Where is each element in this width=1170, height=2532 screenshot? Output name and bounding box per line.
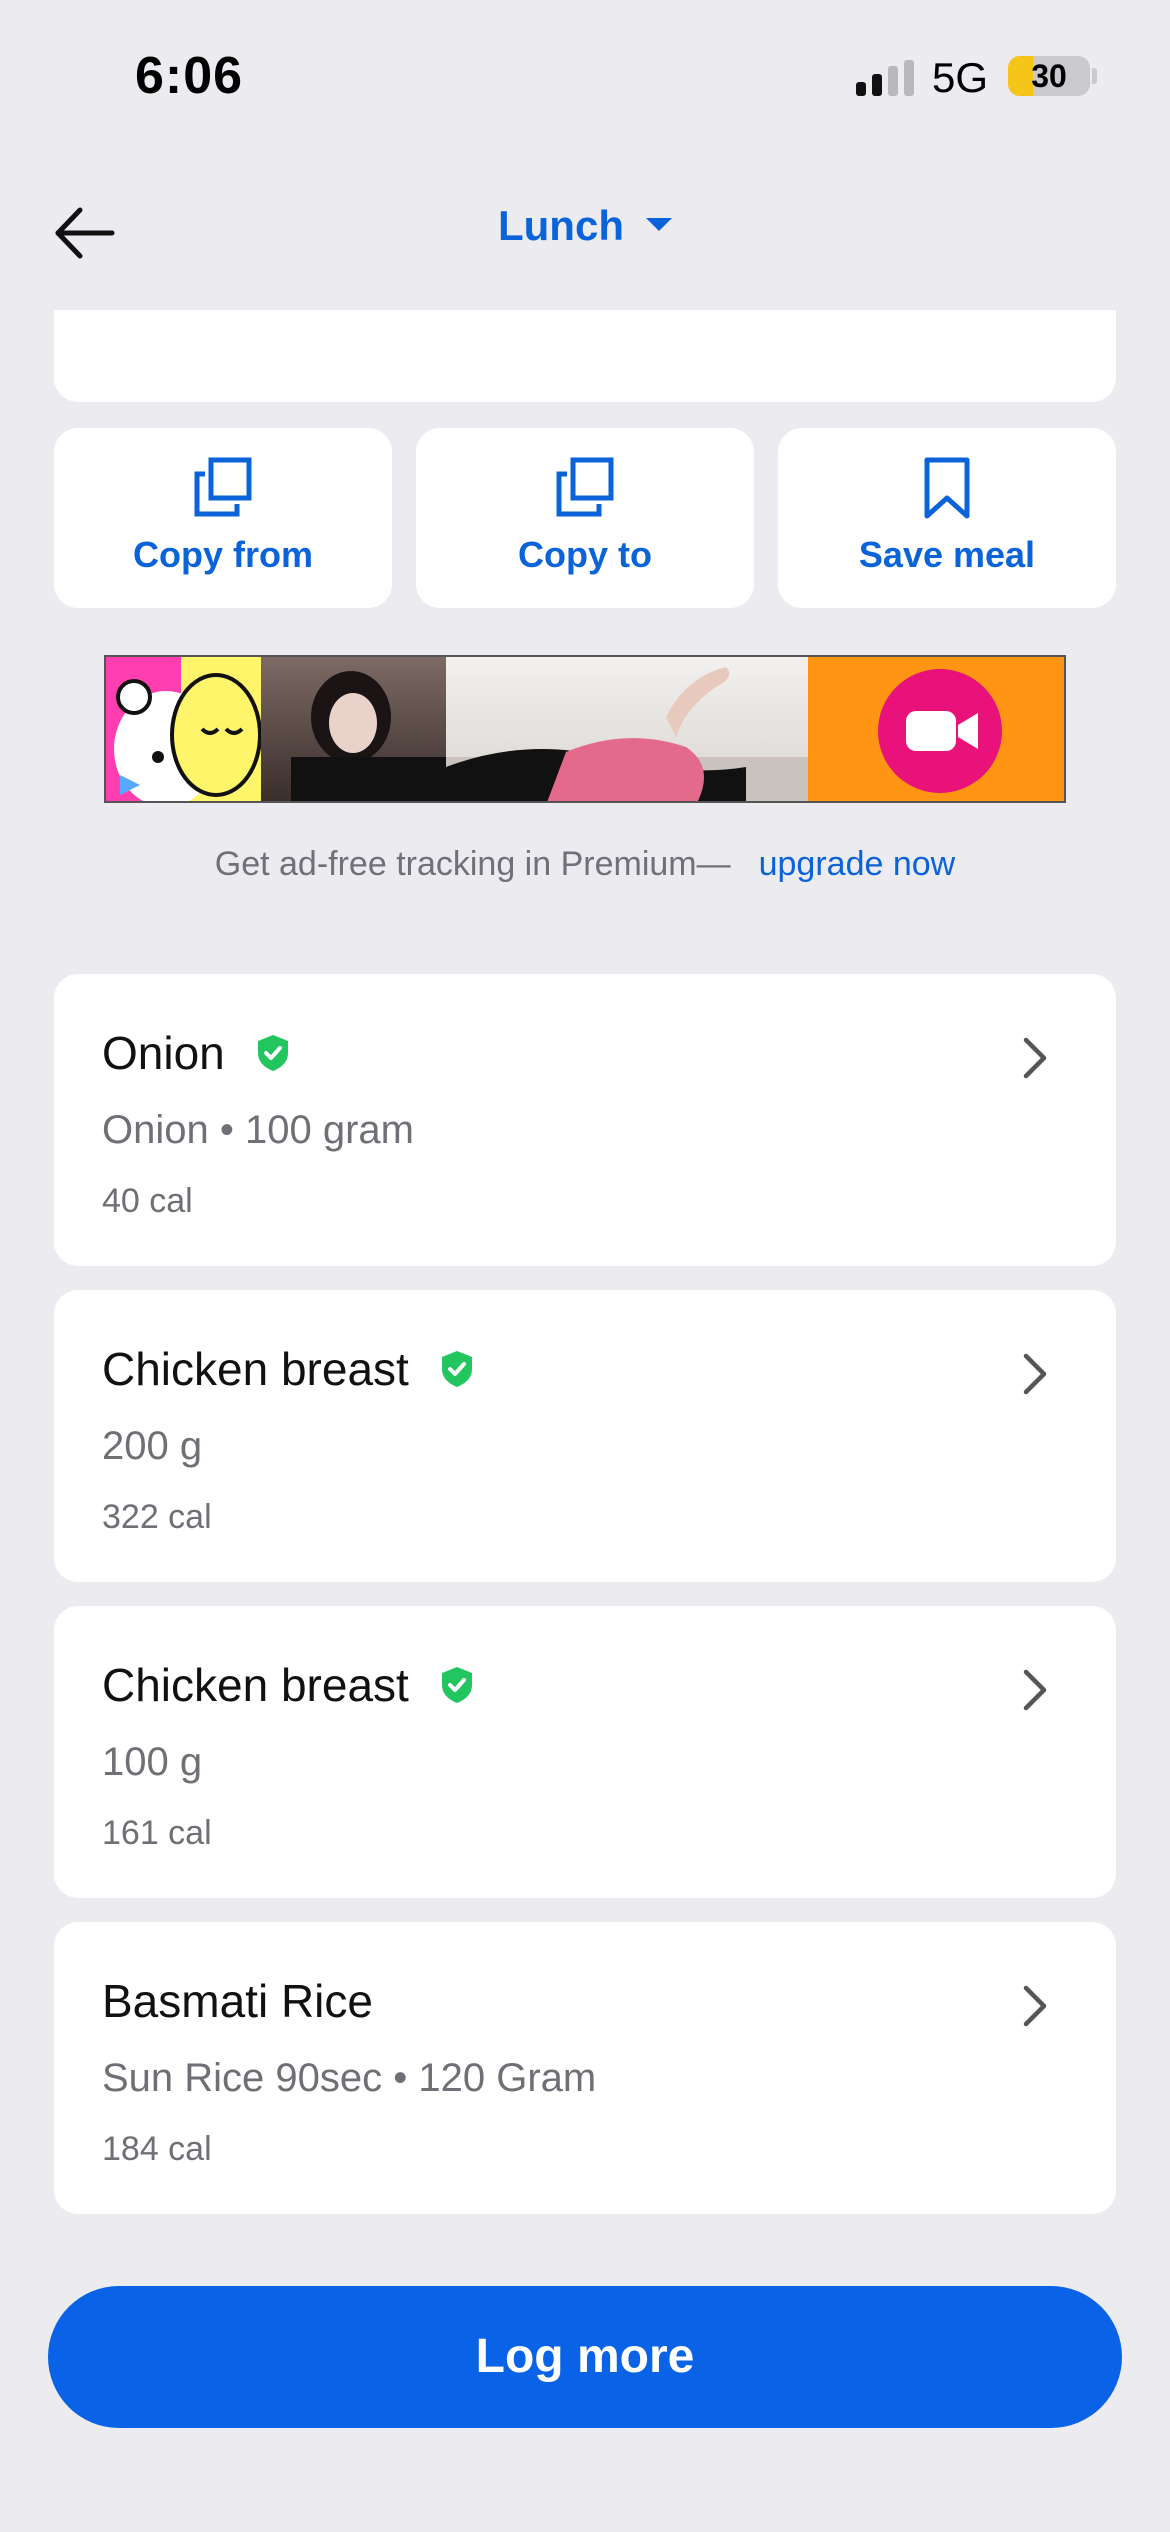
signal-icon [856,60,916,96]
bookmark-icon [924,457,970,519]
premium-text: Get ad-free tracking in Premium— [214,845,731,883]
status-time: 6:06 [135,47,244,105]
copy-icon [556,457,614,517]
food-description: 100 g [102,1740,203,1784]
food-name: Basmati Rice [102,1975,373,2027]
nav-bar: Lunch [0,180,1170,290]
food-description: 200 g [102,1424,203,1468]
food-entry[interactable]: Chicken breast 200 g 322 cal [54,1290,1116,1582]
ad-banner[interactable] [104,655,1066,803]
battery-icon: 30 [1008,56,1090,96]
chevron-right-icon [1023,1985,1047,2027]
save-meal-label: Save meal [858,534,1036,575]
food-name-row: Onion [102,1026,291,1080]
copy-from-label: Copy from [133,534,313,575]
save-meal-button[interactable]: Save meal [778,428,1116,608]
food-description: Onion • 100 gram [102,1108,414,1152]
food-name-row: Basmati Rice [102,1974,373,2028]
copy-from-button[interactable]: Copy from [54,428,392,608]
food-name: Chicken breast [102,1343,409,1395]
food-calories: 40 cal [102,1182,193,1220]
ad-photo-left [261,657,446,801]
copy-icon [194,457,252,517]
food-description: Sun Rice 90sec • 120 Gram [102,2056,597,2100]
battery-level: 30 [1031,58,1067,94]
food-entry[interactable]: Chicken breast 100 g 161 cal [54,1606,1116,1898]
meal-selector[interactable]: Lunch [0,202,1170,250]
caret-down-icon [645,218,672,232]
food-name-row: Chicken breast [102,1342,475,1396]
ad-photo-right [446,657,808,801]
food-entry[interactable]: Basmati Rice Sun Rice 90sec • 120 Gram 1… [54,1922,1116,2214]
status-bar: 6:06 5G 30 [0,0,1170,150]
cartoon-mascot-icon [114,657,262,801]
verified-shield-icon [441,1350,472,1387]
chevron-right-icon [1023,1669,1047,1711]
battery-nub [1092,68,1097,84]
meal-title: Lunch [498,202,624,249]
food-entry[interactable]: Onion Onion • 100 gram 40 cal [54,974,1116,1266]
chevron-right-icon [1023,1353,1047,1395]
copy-to-button[interactable]: Copy to [416,428,754,608]
food-calories: 322 cal [102,1498,212,1536]
upgrade-now-link[interactable]: upgrade now [759,845,956,883]
video-call-icon [878,669,1002,793]
network-label: 5G [932,54,989,101]
food-name: Onion [102,1027,225,1079]
copy-to-label: Copy to [518,534,652,575]
ad-panel-sticker [106,657,262,801]
ad-cta-panel [808,657,1064,801]
verified-shield-icon [441,1666,472,1703]
food-calories: 184 cal [102,2130,212,2168]
food-name: Chicken breast [102,1659,409,1711]
food-name-row: Chicken breast [102,1658,475,1712]
premium-upsell: Get ad-free tracking in Premium— upgrade … [0,845,1170,884]
log-more-button[interactable]: Log more [48,2286,1122,2428]
chevron-right-icon [1023,1037,1047,1079]
verified-shield-icon [257,1034,288,1071]
food-calories: 161 cal [102,1814,212,1852]
meal-summary-card [54,310,1116,402]
